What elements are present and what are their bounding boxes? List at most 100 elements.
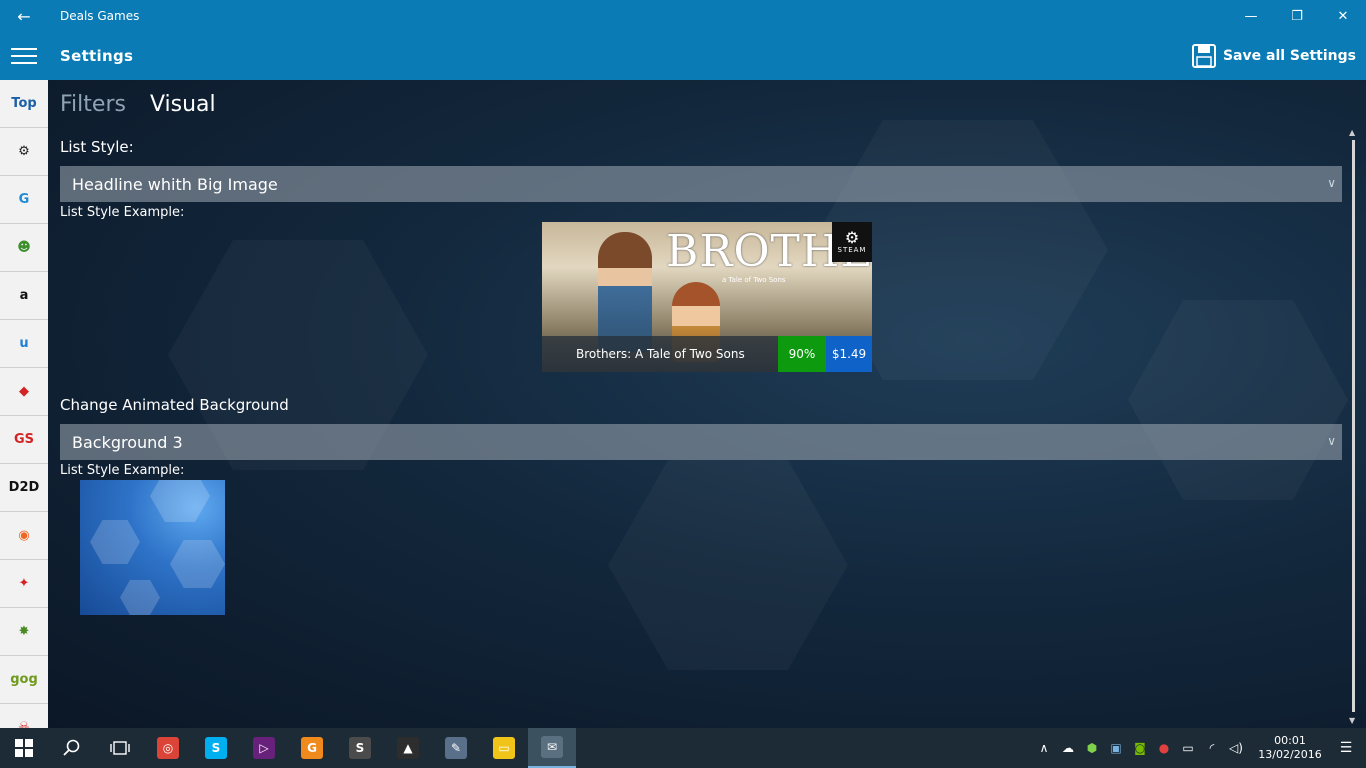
steam-icon: ⚙ — [844, 228, 860, 247]
character-figure — [598, 232, 652, 352]
battery-icon[interactable]: ▭ — [1176, 728, 1200, 768]
taskbar-app-visual-studio[interactable]: ▷ — [240, 728, 288, 768]
wifi-icon[interactable]: ◜ — [1200, 728, 1224, 768]
greenmangaming-icon: ☻ — [17, 240, 31, 255]
chevron-down-icon: ∨ — [1327, 434, 1336, 448]
nvidia-icon[interactable]: ◙ — [1128, 728, 1152, 768]
background-select[interactable]: Background 3 ∨ — [60, 424, 1342, 460]
chevron-up-icon[interactable]: ∧ — [1032, 728, 1056, 768]
preview-hexagon — [90, 520, 140, 564]
tab-filters[interactable]: Filters — [60, 92, 126, 117]
background-hexagon — [1128, 300, 1348, 500]
price-badge: $1.49 — [826, 336, 872, 372]
list-style-selected-value: Headline whith Big Image — [72, 174, 278, 194]
deals-games-icon: ✉ — [541, 736, 563, 758]
sidebar-item-gamersgate[interactable]: G — [0, 176, 48, 224]
save-all-settings-label: Save all Settings — [1222, 48, 1356, 64]
vertical-scrollbar[interactable]: ▲ ▼ — [1349, 128, 1358, 728]
app-header: Settings Save all Settings — [0, 32, 1366, 80]
scrollbar-track[interactable] — [1352, 140, 1355, 712]
taskbar-app-deals-games[interactable]: ✉ — [528, 728, 576, 768]
file-explorer-icon: ▭ — [493, 737, 515, 759]
uplay-icon: u — [19, 336, 29, 351]
close-icon[interactable]: ✕ — [1320, 0, 1366, 32]
title-bar: ← Deals Games — ❐ ✕ — [0, 0, 1366, 32]
window-title: Deals Games — [60, 9, 140, 23]
save-all-settings-button[interactable]: Save all Settings — [1191, 42, 1356, 70]
background-example-label: List Style Example: — [60, 463, 185, 478]
game-logo-subtitle: a Tale of Two Sons — [722, 276, 786, 284]
sidebar-item-amazon[interactable]: a — [0, 272, 48, 320]
gamestop-icon: GS — [13, 432, 35, 447]
game-name: Brothers: A Tale of Two Sons — [576, 347, 745, 361]
sidebar-item-direct2drive[interactable]: D2D — [0, 464, 48, 512]
background-preview-image — [80, 480, 225, 615]
back-icon[interactable]: ← — [0, 0, 48, 32]
sidebar-item-gamestop[interactable]: GS — [0, 416, 48, 464]
sidebar-item-top-deals[interactable]: Top — [0, 80, 48, 128]
visual-studio-icon: ▷ — [253, 737, 275, 759]
onedrive-icon[interactable]: ☁ — [1056, 728, 1080, 768]
pdf-app-icon: G — [301, 737, 323, 759]
taskbar-app-sublime[interactable]: S — [336, 728, 384, 768]
clock-date: 13/02/2016 — [1258, 748, 1322, 761]
taskbar-app-file-explorer[interactable]: ▭ — [480, 728, 528, 768]
taskbar-app-chrome[interactable]: ◎ — [144, 728, 192, 768]
sidebar-item-more[interactable]: ☠ — [0, 704, 48, 728]
windows-logo-icon — [15, 739, 33, 757]
taskbar-app-paint[interactable]: ✎ — [432, 728, 480, 768]
skype-icon: S — [205, 737, 227, 759]
direct2drive-icon: D2D — [8, 480, 40, 495]
task-view-button[interactable] — [96, 728, 144, 768]
scroll-down-icon[interactable]: ▼ — [1349, 716, 1355, 725]
paint-icon: ✎ — [445, 737, 467, 759]
list-style-select[interactable]: Headline whith Big Image ∨ — [60, 166, 1342, 202]
list-style-example-card: BROTHERS a Tale of Two Sons ⚙ STEAM Brot… — [542, 222, 872, 372]
shield-icon[interactable]: ⬢ — [1080, 728, 1104, 768]
sidebar-item-steam[interactable]: ⚙ — [0, 128, 48, 176]
chevron-down-icon: ∨ — [1327, 176, 1336, 190]
taskbar: ◎ S ▷ G S ▲ ✎ ▭ ✉ ∧ ☁ ⬢ ▣ ◙ ● ▭ ◜ ◁) 00:01 13/02… — [0, 728, 1366, 768]
search-icon — [63, 739, 80, 756]
windows-start-button[interactable] — [0, 728, 48, 768]
background-hexagon — [608, 460, 848, 670]
taskbar-apps: ◎ S ▷ G S ▲ ✎ ▭ ✉ — [144, 728, 576, 768]
clock[interactable]: 00:01 13/02/2016 — [1254, 734, 1326, 762]
minimize-icon[interactable]: — — [1228, 0, 1274, 32]
sidebar-item-humble[interactable]: ✦ — [0, 560, 48, 608]
steam-icon: ⚙ — [18, 144, 30, 159]
hamburger-menu-icon[interactable] — [0, 32, 48, 80]
steam-badge: ⚙ STEAM — [832, 222, 872, 262]
card-info-bar: Brothers: A Tale of Two Sons 90% $1.49 — [542, 336, 872, 372]
window-controls: — ❐ ✕ — [1228, 0, 1366, 32]
taskbar-app-pdf-app[interactable]: G — [288, 728, 336, 768]
scroll-up-icon[interactable]: ▲ — [1349, 128, 1355, 137]
task-view-icon — [110, 741, 130, 755]
sidebar-item-gog[interactable]: gog — [0, 656, 48, 704]
background-label: Change Animated Background — [60, 396, 289, 414]
maximize-icon[interactable]: ❐ — [1274, 0, 1320, 32]
volume-icon[interactable]: ◁) — [1224, 728, 1248, 768]
notifications-icon[interactable]: ☰ — [1326, 728, 1366, 768]
sidebar-item-uplay[interactable]: u — [0, 320, 48, 368]
taskbar-app-skype[interactable]: S — [192, 728, 240, 768]
search-button[interactable] — [48, 728, 96, 768]
bundle-stars-icon: ◆ — [19, 384, 29, 399]
sidebar-item-greenmangaming[interactable]: ☻ — [0, 224, 48, 272]
sidebar-item-origin[interactable]: ◉ — [0, 512, 48, 560]
record-icon[interactable]: ● — [1152, 728, 1176, 768]
sublime-icon: S — [349, 737, 371, 759]
store-sidebar: Top ⚙ G ☻ a u ◆ GS D2D ◉ ✦ ✸ gog ☠ — [0, 80, 48, 728]
sidebar-item-indiegala[interactable]: ✸ — [0, 608, 48, 656]
amazon-icon: a — [19, 288, 29, 303]
taskbar-app-photos[interactable]: ▲ — [384, 728, 432, 768]
background-selected-value: Background 3 — [72, 432, 183, 452]
preview-hexagon — [120, 580, 160, 615]
page-title: Settings — [60, 47, 134, 65]
sidebar-item-bundle-stars[interactable]: ◆ — [0, 368, 48, 416]
network-app-icon[interactable]: ▣ — [1104, 728, 1128, 768]
more-icon: ☠ — [18, 720, 30, 728]
discount-badge: 90% — [778, 336, 826, 372]
tab-visual[interactable]: Visual — [150, 92, 216, 117]
clock-time: 00:01 — [1274, 734, 1306, 747]
